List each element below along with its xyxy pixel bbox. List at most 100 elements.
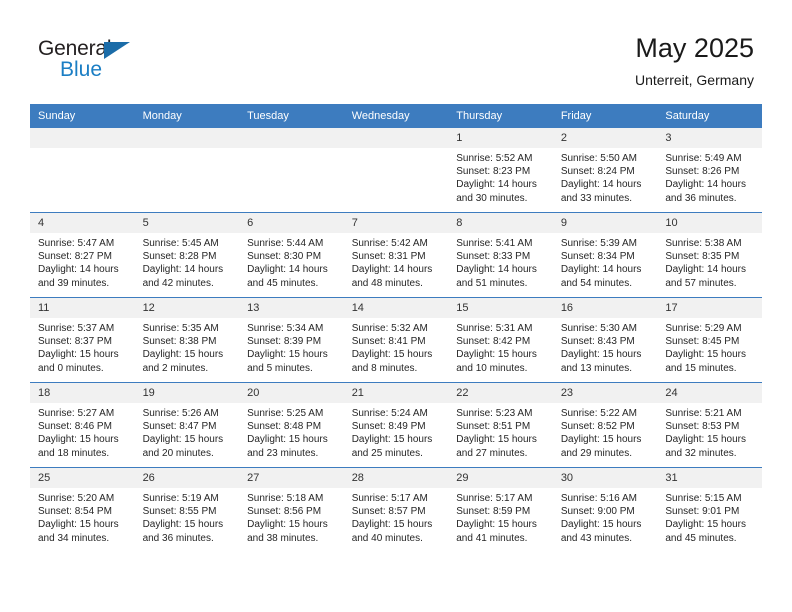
daylight-text-line1: Daylight: 15 hours bbox=[142, 434, 224, 446]
calendar-day-cell[interactable]: 23 Sunrise: 5:22 AM Sunset: 8:52 PM Dayligh… bbox=[552, 382, 658, 468]
calendar-day-cell[interactable]: 29 Sunrise: 5:17 AM Sunset: 8:59 PM Dayligh… bbox=[448, 467, 553, 552]
calendar-day-cell[interactable]: 11 Sunrise: 5:37 AM Sunset: 8:37 PM Dayligh… bbox=[30, 297, 135, 383]
daylight-text-line2: and 25 minutes. bbox=[351, 447, 423, 459]
sunset-text: Sunset: 8:30 PM bbox=[247, 251, 322, 263]
calendar-day-cell[interactable]: 22 Sunrise: 5:23 AM Sunset: 8:51 PM Dayligh… bbox=[448, 382, 553, 468]
sunset-text: Sunset: 8:51 PM bbox=[456, 421, 531, 433]
calendar-day-cell[interactable]: 31 Sunrise: 5:15 AM Sunset: 9:01 PM Dayligh… bbox=[657, 467, 762, 552]
daylight-text-line1: Daylight: 14 hours bbox=[247, 264, 328, 276]
sunset-text: Sunset: 8:55 PM bbox=[142, 506, 217, 518]
sunset-text: Sunset: 8:42 PM bbox=[456, 336, 531, 348]
calendar-day-cell[interactable]: 5 Sunrise: 5:45 AM Sunset: 8:28 PM Daylight… bbox=[134, 212, 240, 298]
calendar-day-cell[interactable]: 3 Sunrise: 5:49 AM Sunset: 8:26 PM Daylight… bbox=[657, 128, 762, 213]
daylight-text-line1: Daylight: 14 hours bbox=[351, 264, 433, 276]
daylight-text-line1: Daylight: 15 hours bbox=[665, 519, 746, 531]
day-details: Sunrise: 5:27 AM Sunset: 8:46 PM Daylight:… bbox=[30, 403, 135, 460]
calendar-day-cell[interactable]: 6 Sunrise: 5:44 AM Sunset: 8:30 PM Daylight… bbox=[239, 212, 344, 298]
day-details: Sunrise: 5:22 AM Sunset: 8:52 PM Daylight:… bbox=[553, 403, 658, 460]
day-number: 4 bbox=[30, 213, 135, 233]
calendar-day-cell[interactable]: 26 Sunrise: 5:19 AM Sunset: 8:55 PM Dayligh… bbox=[134, 467, 240, 552]
sunrise-text: Sunrise: 5:25 AM bbox=[247, 408, 324, 419]
day-number: 2 bbox=[552, 128, 658, 148]
page-title: May 2025 bbox=[635, 33, 754, 63]
calendar-day-cell[interactable]: 8 Sunrise: 5:41 AM Sunset: 8:33 PM Daylight… bbox=[448, 212, 553, 298]
day-number bbox=[239, 128, 344, 148]
daylight-text-line1: Daylight: 15 hours bbox=[456, 519, 537, 531]
daylight-text-line2: and 15 minutes. bbox=[665, 362, 737, 374]
calendar-day-cell[interactable]: 27 Sunrise: 5:18 AM Sunset: 8:56 PM Dayligh… bbox=[239, 467, 344, 552]
calendar-page: General Blue May 2025 Unterreit, Germany… bbox=[0, 0, 792, 612]
sunset-text: Sunset: 8:26 PM bbox=[665, 166, 740, 178]
day-number: 11 bbox=[30, 298, 135, 318]
day-details: Sunrise: 5:44 AM Sunset: 8:30 PM Daylight:… bbox=[239, 233, 344, 290]
general-blue-logo: General Blue bbox=[38, 38, 168, 88]
calendar-day-cell[interactable]: 9 Sunrise: 5:39 AM Sunset: 8:34 PM Daylight… bbox=[552, 212, 658, 298]
title-block: May 2025 Unterreit, Germany bbox=[635, 32, 754, 90]
sunset-text: Sunset: 8:43 PM bbox=[560, 336, 635, 348]
day-number: 29 bbox=[448, 468, 553, 488]
weekday-header-monday: Monday bbox=[134, 104, 240, 128]
day-details: Sunrise: 5:19 AM Sunset: 8:55 PM Daylight:… bbox=[135, 488, 240, 545]
daylight-text-line2: and 20 minutes. bbox=[142, 447, 214, 459]
daylight-text-line1: Daylight: 15 hours bbox=[665, 434, 746, 446]
calendar-day-cell[interactable]: 13 Sunrise: 5:34 AM Sunset: 8:39 PM Dayligh… bbox=[239, 297, 344, 383]
calendar-day-cell[interactable]: 7 Sunrise: 5:42 AM Sunset: 8:31 PM Daylight… bbox=[343, 212, 449, 298]
calendar-day-cell[interactable]: 12 Sunrise: 5:35 AM Sunset: 8:38 PM Dayligh… bbox=[134, 297, 240, 383]
calendar-day-cell[interactable]: 20 Sunrise: 5:25 AM Sunset: 8:48 PM Dayligh… bbox=[239, 382, 344, 468]
sunrise-text: Sunrise: 5:49 AM bbox=[665, 153, 742, 164]
day-number: 1 bbox=[448, 128, 553, 148]
day-details: Sunrise: 5:23 AM Sunset: 8:51 PM Daylight:… bbox=[448, 403, 553, 460]
sunrise-text: Sunrise: 5:17 AM bbox=[456, 493, 533, 504]
sunset-text: Sunset: 8:27 PM bbox=[38, 251, 112, 263]
day-number: 13 bbox=[239, 298, 344, 318]
calendar-day-cell[interactable]: 25 Sunrise: 5:20 AM Sunset: 8:54 PM Dayligh… bbox=[30, 467, 135, 552]
calendar-day-cell[interactable]: 21 Sunrise: 5:24 AM Sunset: 8:49 PM Dayligh… bbox=[343, 382, 449, 468]
calendar-day-cell-empty bbox=[30, 128, 135, 213]
sunrise-text: Sunrise: 5:37 AM bbox=[38, 323, 115, 334]
sunrise-text: Sunrise: 5:15 AM bbox=[665, 493, 742, 504]
calendar-day-cell[interactable]: 14 Sunrise: 5:32 AM Sunset: 8:41 PM Dayligh… bbox=[343, 297, 449, 383]
sunset-text: Sunset: 8:37 PM bbox=[38, 336, 112, 348]
sunset-text: Sunset: 8:52 PM bbox=[560, 421, 635, 433]
calendar-day-cell[interactable]: 19 Sunrise: 5:26 AM Sunset: 8:47 PM Dayligh… bbox=[134, 382, 240, 468]
sunrise-text: Sunrise: 5:41 AM bbox=[456, 238, 533, 249]
day-details: Sunrise: 5:47 AM Sunset: 8:27 PM Daylight:… bbox=[30, 233, 135, 290]
calendar-day-cell[interactable]: 30 Sunrise: 5:16 AM Sunset: 9:00 PM Dayligh… bbox=[552, 467, 658, 552]
sunset-text: Sunset: 8:39 PM bbox=[247, 336, 322, 348]
sunset-text: Sunset: 8:24 PM bbox=[560, 166, 635, 178]
calendar-day-cell[interactable]: 4 Sunrise: 5:47 AM Sunset: 8:27 PM Daylight… bbox=[30, 212, 135, 298]
day-details: Sunrise: 5:20 AM Sunset: 8:54 PM Daylight:… bbox=[30, 488, 135, 545]
daylight-text-line2: and 38 minutes. bbox=[247, 532, 319, 544]
sunset-text: Sunset: 8:48 PM bbox=[247, 421, 322, 433]
calendar-day-cell[interactable]: 24 Sunrise: 5:21 AM Sunset: 8:53 PM Dayligh… bbox=[657, 382, 762, 468]
daylight-text-line1: Daylight: 15 hours bbox=[456, 434, 537, 446]
calendar-day-cell[interactable]: 28 Sunrise: 5:17 AM Sunset: 8:57 PM Dayligh… bbox=[343, 467, 449, 552]
calendar-day-cell[interactable]: 18 Sunrise: 5:27 AM Sunset: 8:46 PM Dayligh… bbox=[30, 382, 135, 468]
calendar-day-cell[interactable]: 16 Sunrise: 5:30 AM Sunset: 8:43 PM Dayligh… bbox=[552, 297, 658, 383]
logo-text-blue: Blue bbox=[60, 58, 103, 81]
sunrise-text: Sunrise: 5:20 AM bbox=[38, 493, 115, 504]
day-number: 18 bbox=[30, 383, 135, 403]
day-details: Sunrise: 5:25 AM Sunset: 8:48 PM Daylight:… bbox=[239, 403, 344, 460]
day-details: Sunrise: 5:45 AM Sunset: 8:28 PM Daylight:… bbox=[135, 233, 240, 290]
page-header: General Blue May 2025 Unterreit, Germany bbox=[0, 0, 792, 104]
day-details: Sunrise: 5:21 AM Sunset: 8:53 PM Daylight:… bbox=[657, 403, 762, 460]
day-number: 27 bbox=[239, 468, 344, 488]
calendar-day-cell[interactable]: 2 Sunrise: 5:50 AM Sunset: 8:24 PM Daylight… bbox=[552, 128, 658, 213]
calendar-day-cell[interactable]: 10 Sunrise: 5:38 AM Sunset: 8:35 PM Dayligh… bbox=[657, 212, 762, 298]
day-details: Sunrise: 5:42 AM Sunset: 8:31 PM Daylight:… bbox=[344, 233, 449, 290]
day-number: 20 bbox=[239, 383, 344, 403]
calendar-day-cell[interactable]: 15 Sunrise: 5:31 AM Sunset: 8:42 PM Dayligh… bbox=[448, 297, 553, 383]
daylight-text-line2: and 2 minutes. bbox=[142, 362, 209, 374]
calendar-week-row: 25 Sunrise: 5:20 AM Sunset: 8:54 PM Dayligh… bbox=[30, 467, 762, 552]
day-number bbox=[30, 128, 135, 148]
calendar-week-row: 11 Sunrise: 5:37 AM Sunset: 8:37 PM Dayligh… bbox=[30, 297, 762, 383]
sunrise-text: Sunrise: 5:24 AM bbox=[351, 408, 428, 419]
sunset-text: Sunset: 8:54 PM bbox=[38, 506, 112, 518]
calendar-day-cell[interactable]: 1 Sunrise: 5:52 AM Sunset: 8:23 PM Daylight… bbox=[448, 128, 553, 213]
calendar-day-cell[interactable]: 17 Sunrise: 5:29 AM Sunset: 8:45 PM Dayligh… bbox=[657, 297, 762, 383]
day-number: 22 bbox=[448, 383, 553, 403]
day-details: Sunrise: 5:29 AM Sunset: 8:45 PM Daylight:… bbox=[657, 318, 762, 375]
day-details: Sunrise: 5:18 AM Sunset: 8:56 PM Daylight:… bbox=[239, 488, 344, 545]
daylight-text-line2: and 33 minutes. bbox=[560, 192, 632, 204]
